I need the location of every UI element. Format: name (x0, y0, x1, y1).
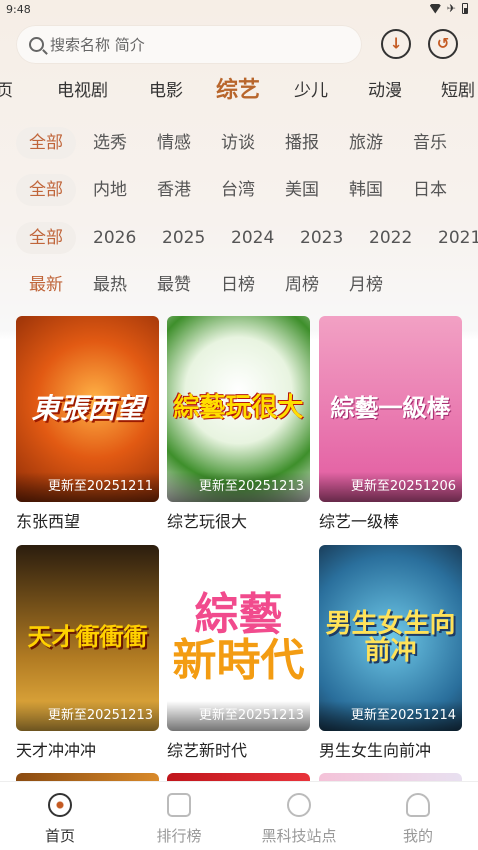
show-poster[interactable]: 男生女生向前冲 更新至20251214 (319, 545, 462, 731)
planet-icon (287, 793, 311, 817)
show-card[interactable]: 天才衝衝衝 更新至20251213 天才冲冲冲 (16, 545, 159, 761)
filter-region-chip[interactable]: 全部 (16, 174, 76, 206)
filter-type-chip[interactable]: 播报 (285, 127, 319, 159)
show-card[interactable]: 綜藝玩很大 更新至20251213 综艺玩很大 (167, 316, 310, 532)
download-icon: ↓ (389, 34, 403, 53)
sort-chip[interactable]: 周榜 (285, 269, 319, 301)
tab-home-partial[interactable]: 页 (0, 72, 13, 110)
filter-region-chip[interactable]: 香港 (157, 174, 191, 206)
nav-item-ranking[interactable]: 排行榜 (129, 782, 229, 850)
show-title: 男生女生向前冲 (319, 741, 432, 760)
show-title: 综艺新时代 (167, 741, 248, 760)
show-title: 天才冲冲冲 (16, 741, 97, 760)
filter-region-chip[interactable]: 内地 (93, 174, 127, 206)
bottom-nav: 首页 排行榜 黑科技站点 我的 (0, 781, 478, 850)
tab-movies[interactable]: 电影 (149, 72, 183, 110)
airplane-icon: ✈ (446, 2, 456, 15)
ranking-icon (167, 793, 191, 817)
film-reel-icon (48, 793, 72, 817)
update-badge: 更新至20251211 (16, 472, 159, 502)
update-badge: 更新至20251214 (319, 701, 462, 731)
search-icon (29, 37, 44, 52)
nav-item-profile[interactable]: 我的 (368, 782, 468, 850)
show-card[interactable]: 東張西望 更新至20251211 东张西望 (16, 316, 159, 532)
update-badge: 更新至20251206 (319, 472, 462, 502)
wifi-icon (429, 3, 441, 14)
sort-chip[interactable]: 日榜 (221, 269, 255, 301)
update-badge: 更新至20251213 (167, 472, 310, 502)
update-badge: 更新至20251213 (16, 701, 159, 731)
filter-row-region: 全部 内地 香港 台湾 美国 韩国 日本 (0, 174, 478, 208)
filter-year-chip[interactable]: 2023 (300, 222, 343, 254)
sort-chip[interactable]: 最赞 (157, 269, 191, 301)
search-input[interactable] (50, 35, 340, 54)
filter-year-chip[interactable]: 全部 (16, 222, 76, 254)
nav-item-home[interactable]: 首页 (10, 782, 110, 850)
filter-row-year: 全部 2026 2025 2024 2023 2022 2021 (0, 222, 478, 256)
nav-label: 黑科技站点 (261, 827, 337, 845)
sort-chip-active[interactable]: 最新 (29, 269, 63, 301)
filter-type-chip[interactable]: 情感 (157, 127, 191, 159)
tab-short-drama[interactable]: 短剧 (441, 72, 475, 110)
nav-label: 我的 (402, 827, 433, 845)
tab-kids[interactable]: 少儿 (294, 72, 328, 110)
update-badge: 更新至20251213 (167, 701, 310, 731)
show-poster[interactable]: 綜藝玩很大 更新至20251213 (167, 316, 310, 502)
filter-region-chip[interactable]: 韩国 (349, 174, 383, 206)
status-time: 9:48 (6, 3, 31, 16)
battery-icon (462, 3, 468, 14)
filter-type-chip[interactable]: 旅游 (349, 127, 383, 159)
filter-row-type: 全部 选秀 情感 访谈 播报 旅游 音乐 (0, 127, 478, 161)
show-title: 综艺一级棒 (319, 512, 400, 531)
filter-type-chip[interactable]: 全部 (16, 127, 76, 159)
download-button[interactable]: ↓ (381, 29, 411, 59)
filter-type-chip[interactable]: 访谈 (221, 127, 255, 159)
tab-tv-series[interactable]: 电视剧 (57, 72, 108, 110)
filter-region-chip[interactable]: 日本 (413, 174, 447, 206)
filter-row-sort: 最新 最热 最赞 日榜 周榜 月榜 (0, 269, 478, 303)
filter-year-chip[interactable]: 2022 (369, 222, 412, 254)
filter-year-chip[interactable]: 2025 (162, 222, 205, 254)
filter-year-chip[interactable]: 2026 (93, 222, 136, 254)
tab-variety[interactable]: 综艺 (216, 72, 260, 110)
show-card[interactable]: 男生女生向前冲 更新至20251214 男生女生向前冲 (319, 545, 462, 761)
sort-chip[interactable]: 月榜 (349, 269, 383, 301)
show-card[interactable]: 綜藝一級棒 更新至20251206 综艺一级棒 (319, 316, 462, 532)
sort-chip[interactable]: 最热 (93, 269, 127, 301)
show-card[interactable]: 綜藝 新時代 更新至20251213 综艺新时代 (167, 545, 310, 761)
filter-region-chip[interactable]: 美国 (285, 174, 319, 206)
show-poster[interactable]: 綜藝 新時代 更新至20251213 (167, 545, 310, 731)
nav-item-tech-sites[interactable]: 黑科技站点 (249, 782, 349, 850)
status-icons: ✈ (429, 2, 468, 15)
history-button[interactable]: ↺ (428, 29, 458, 59)
nav-label: 排行榜 (156, 827, 202, 845)
filter-type-chip[interactable]: 选秀 (93, 127, 127, 159)
filter-type-chip[interactable]: 音乐 (413, 127, 447, 159)
show-poster[interactable]: 東張西望 更新至20251211 (16, 316, 159, 502)
history-icon: ↺ (436, 34, 450, 53)
tab-anime[interactable]: 动漫 (368, 72, 402, 110)
nav-label: 首页 (44, 827, 75, 845)
status-bar: 9:48 ✈ (0, 0, 478, 22)
show-title: 东张西望 (16, 512, 81, 531)
filter-year-chip[interactable]: 2021 (438, 222, 478, 254)
category-tabs: 页 电视剧 电影 综艺 少儿 动漫 短剧 (0, 72, 478, 110)
poster-logo-line2: 新時代 (172, 635, 305, 686)
show-poster[interactable]: 天才衝衝衝 更新至20251213 (16, 545, 159, 731)
user-icon (406, 793, 430, 817)
search-bar[interactable] (16, 25, 362, 64)
filter-region-chip[interactable]: 台湾 (221, 174, 255, 206)
show-title: 综艺玩很大 (167, 512, 248, 531)
show-poster[interactable]: 綜藝一級棒 更新至20251206 (319, 316, 462, 502)
filter-year-chip[interactable]: 2024 (231, 222, 274, 254)
poster-logo-line1: 綜藝 (194, 588, 283, 640)
